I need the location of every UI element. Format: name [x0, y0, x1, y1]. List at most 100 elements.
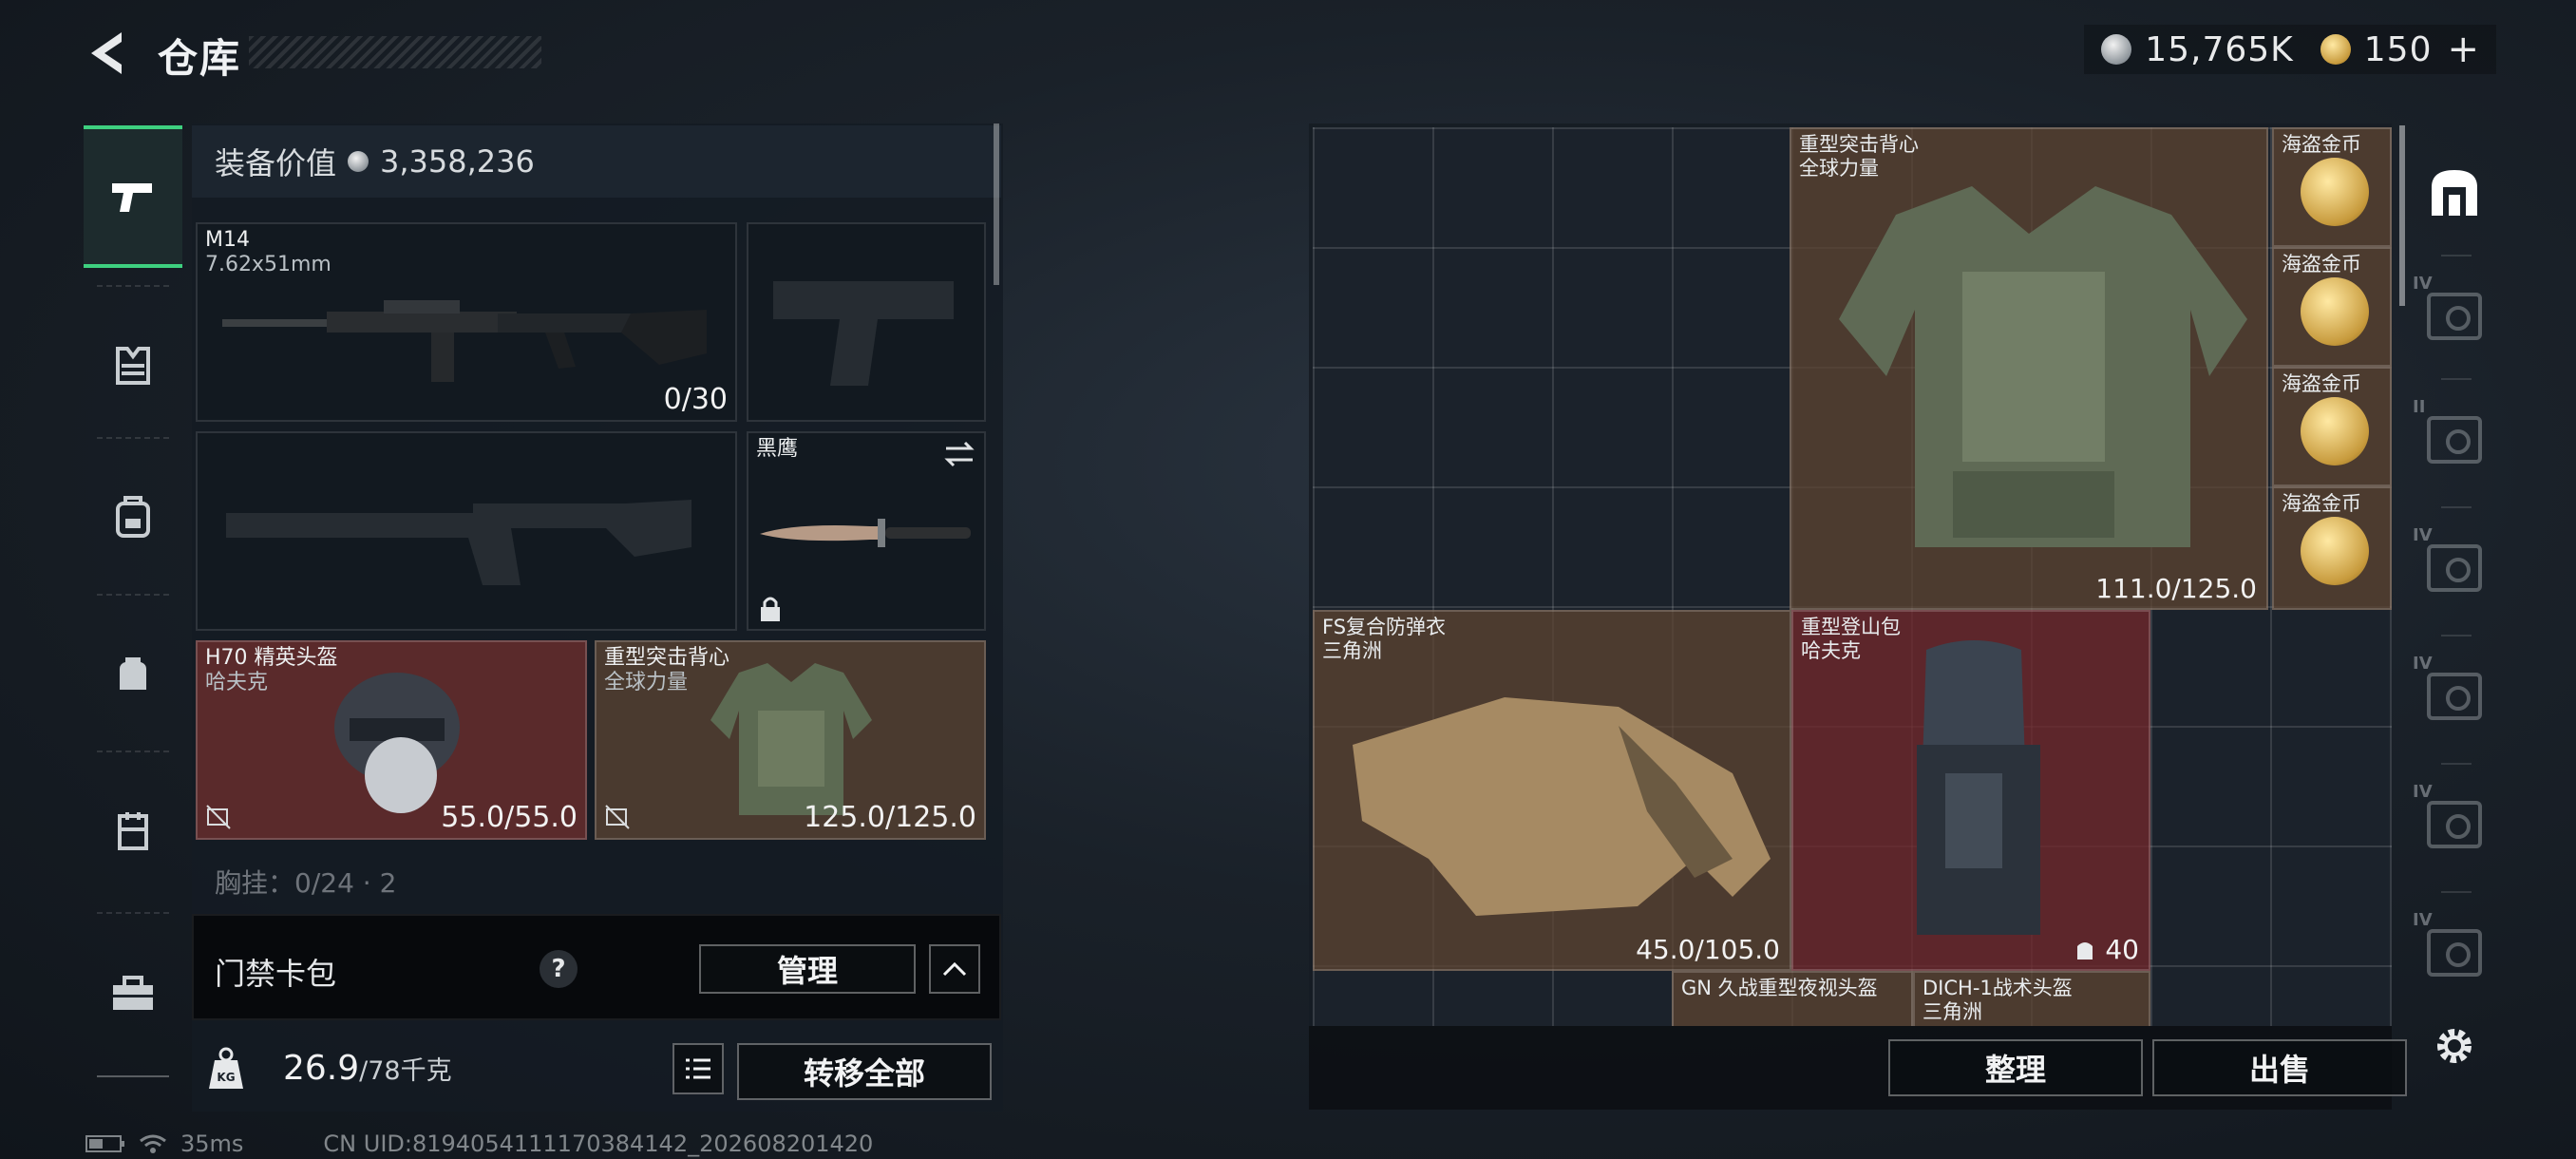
silver-coin-icon: [348, 151, 369, 172]
storage-add-icon: [2427, 801, 2482, 848]
tab-level: IV: [2413, 525, 2433, 545]
no-repair-icon: [206, 805, 231, 829]
list-icon: [686, 1058, 710, 1079]
transfer-all-button[interactable]: 转移全部: [737, 1043, 992, 1100]
status-bar: 35ms CN UID:8194054111170384142_20260820…: [85, 1130, 873, 1157]
settings-button[interactable]: [2411, 994, 2498, 1098]
rifle-image: [222, 300, 707, 382]
tab-storage-2[interactable]: IV: [2411, 264, 2498, 369]
item-name: GN 久战重型夜视头盔: [1681, 977, 1878, 999]
equipment-scrollbar[interactable]: [994, 124, 999, 285]
manage-button[interactable]: 管理: [699, 944, 916, 994]
storage-item-backpack[interactable]: 重型登山包 哈夫克 40: [1791, 610, 2150, 971]
nav-bag[interactable]: [84, 603, 182, 746]
item-brand: 三角洲: [1923, 1000, 1982, 1023]
wifi-icon: [140, 1134, 166, 1153]
storage-box-icon: [2427, 673, 2482, 720]
lock-icon: [761, 597, 780, 621]
storage-item-fs-armor[interactable]: FS复合防弹衣 三角洲 45.0/105.0: [1313, 610, 1791, 971]
item-name: DICH-1战术头盔: [1923, 977, 2073, 999]
bag-icon: [120, 657, 146, 690]
item-name: 海盗金币: [2282, 133, 2361, 156]
tab-storage-6[interactable]: IV: [2411, 772, 2498, 877]
storage-scrollbar[interactable]: [2399, 125, 2405, 306]
gear-icon: [2437, 1029, 2472, 1063]
storage-item-dich-helmet[interactable]: DICH-1战术头盔 三角洲: [1913, 971, 2150, 1026]
pirate-coin-icon: [2301, 397, 2369, 466]
item-durability: 111.0/125.0: [2095, 573, 2257, 604]
melee-slot[interactable]: 黑鹰: [747, 431, 986, 631]
keycard-label: 门禁卡包: [215, 956, 337, 992]
swap-icon[interactable]: [942, 441, 976, 467]
item-capacity: 40: [2105, 934, 2139, 965]
helmet-name: H70 精英头盔: [205, 646, 338, 670]
back-arrow-icon[interactable]: [84, 28, 129, 78]
battery-icon: [85, 1135, 124, 1152]
weight-icon: KG: [209, 1047, 243, 1089]
storage-tab-nav: IV II IV IV IV IV: [2411, 141, 2498, 1081]
item-brand: 三角洲: [1322, 639, 1382, 662]
chevron-up-icon: [942, 961, 967, 977]
keycard-case-row: 门禁卡包 ? 管理: [192, 914, 1001, 1020]
no-repair-icon: [605, 805, 630, 829]
collapse-button[interactable]: [929, 944, 980, 994]
silver-coin-icon: [2101, 34, 2132, 65]
help-icon[interactable]: ?: [540, 950, 578, 988]
helmet-brand: 哈夫克: [205, 671, 269, 694]
storage-box-icon: [2427, 929, 2482, 977]
list-view-button[interactable]: [672, 1043, 724, 1094]
tab-storage-7[interactable]: IV: [2411, 901, 2498, 1005]
tab-level: IV: [2413, 782, 2433, 802]
tab-level: IV: [2413, 910, 2433, 930]
item-name: 海盗金币: [2282, 253, 2361, 276]
storage-item-heavy-vest[interactable]: 重型突击背心 全球力量 111.0/125.0: [1790, 127, 2268, 610]
helmet-durability: 55.0/55.0: [441, 801, 578, 834]
storage-box-icon: [2427, 544, 2482, 592]
tab-all-storage[interactable]: [2411, 141, 2498, 245]
tab-storage-4[interactable]: IV: [2411, 516, 2498, 620]
sort-button[interactable]: 整理: [1888, 1039, 2143, 1096]
tab-storage-3[interactable]: II: [2411, 388, 2498, 492]
pirate-coin-icon: [2301, 277, 2369, 346]
weapon-name: M14: [205, 228, 250, 252]
nav-armor-rig[interactable]: [84, 294, 182, 437]
nav-backpack[interactable]: [84, 446, 182, 589]
melee-name: 黑鹰: [756, 437, 799, 461]
equipment-value-row: 装备价值 3,358,236: [192, 125, 1001, 198]
helmet-slot[interactable]: H70 精英头盔 哈夫克 55.0/55.0: [196, 640, 587, 840]
item-name: 海盗金币: [2282, 492, 2361, 515]
primary-weapon-slot[interactable]: M14 7.62x51mm 0/30: [196, 222, 737, 422]
storage-item-coin[interactable]: 海盗金币: [2272, 127, 2392, 247]
pirate-coin-icon: [2301, 158, 2369, 226]
nav-toolbox[interactable]: [84, 922, 182, 1064]
sell-button[interactable]: 出售: [2152, 1039, 2407, 1096]
currency-bar: 15,765K 150 +: [2084, 25, 2496, 74]
rifle-silhouette-icon: [226, 500, 691, 585]
pistol-icon: [112, 183, 152, 212]
nav-chest-rig[interactable]: [84, 760, 182, 902]
page-title: 仓库: [158, 35, 242, 82]
add-currency-button[interactable]: +: [2447, 28, 2479, 71]
capacity-icon: [2077, 942, 2093, 960]
storage-box-icon: [2427, 416, 2482, 464]
storage-item-coin[interactable]: 海盗金币: [2272, 367, 2392, 486]
item-brand: 哈夫克: [1801, 639, 1861, 662]
tab-level: IV: [2413, 274, 2433, 294]
weight-row: KG 26.9/78千克 转移全部: [192, 1030, 1001, 1110]
armor-slot[interactable]: 重型突击背心 全球力量 125.0/125.0: [595, 640, 986, 840]
title-decoration: [249, 36, 541, 68]
armor-durability: 125.0/125.0: [804, 801, 976, 834]
tab-storage-5[interactable]: IV: [2411, 644, 2498, 749]
chest-rig-row[interactable]: 胸挂：0/24 · 2: [192, 863, 988, 899]
weight-current: 26.9: [283, 1049, 360, 1088]
storage-item-gn-helmet[interactable]: GN 久战重型夜视头盔: [1672, 971, 1913, 1026]
secondary-weapon-slot[interactable]: [747, 222, 986, 422]
backpack-icon: [116, 496, 150, 538]
tertiary-weapon-slot[interactable]: [196, 431, 737, 631]
storage-item-coin[interactable]: 海盗金币: [2272, 247, 2392, 367]
backpack-image: [1917, 640, 2040, 935]
svg-text:KG: KG: [217, 1071, 235, 1084]
nav-weapons[interactable]: [84, 125, 182, 268]
storage-item-coin[interactable]: 海盗金币: [2272, 486, 2392, 610]
item-durability: 45.0/105.0: [1636, 934, 1780, 965]
